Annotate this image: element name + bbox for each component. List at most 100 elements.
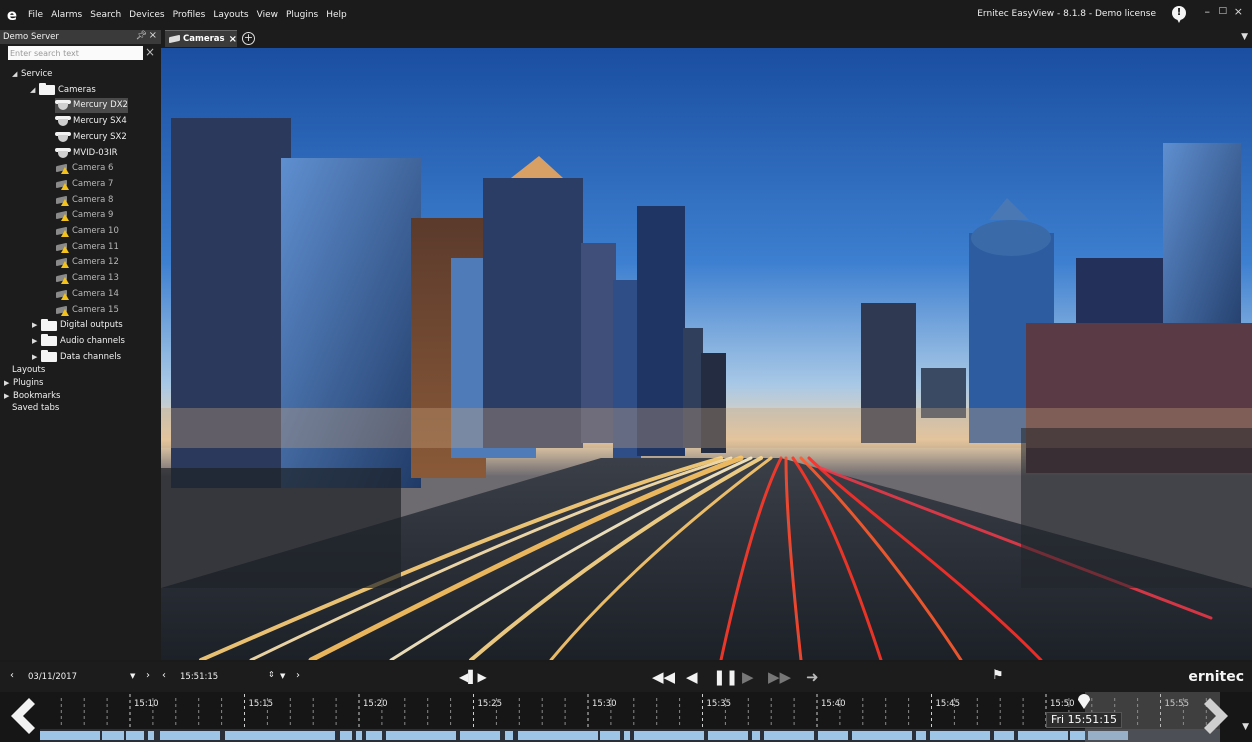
recording-segment xyxy=(634,731,704,740)
menu-plugins[interactable]: Plugins xyxy=(282,10,322,20)
tree-label: Camera 7 xyxy=(72,178,114,189)
tree-item-camera[interactable]: Camera 6 xyxy=(55,161,113,176)
tree-label: Camera 11 xyxy=(72,241,119,252)
tree-item-folder[interactable]: ▶ Data channels xyxy=(32,350,121,365)
recording-segment xyxy=(386,731,456,740)
menu-help[interactable]: Help xyxy=(322,10,351,20)
tree-label: Mercury SX4 xyxy=(73,116,127,127)
menu-layouts[interactable]: Layouts xyxy=(209,10,252,20)
collapsed-arrow-icon[interactable]: ▶ xyxy=(32,334,41,349)
previous-time-icon[interactable]: ‹ xyxy=(162,670,166,681)
timeline[interactable]: 15:10 15:15 15:20 15:25 15:30 15:35 15:40 15:45… xyxy=(0,692,1252,742)
time-stepper-icon[interactable]: ⇕ xyxy=(268,670,275,679)
clear-search-icon[interactable]: × xyxy=(145,45,155,59)
bookmark-icon[interactable]: ⚑ xyxy=(992,668,1004,683)
go-live-icon[interactable]: ➜ xyxy=(806,668,819,686)
time-field[interactable]: 15:51:15 xyxy=(180,672,218,682)
recording-segment xyxy=(624,731,630,740)
search-input[interactable] xyxy=(8,46,143,60)
pause-icon[interactable]: ❚❚ xyxy=(713,668,738,686)
camera-video-view[interactable] xyxy=(161,48,1252,660)
tree-item-camera[interactable]: Camera 7 xyxy=(55,177,113,192)
tree-item-camera[interactable]: Camera 10 xyxy=(55,224,119,239)
camera-warning-icon xyxy=(55,226,69,237)
next-time-icon[interactable]: › xyxy=(296,670,300,681)
timeline-forward-arrow-icon[interactable] xyxy=(1202,696,1234,736)
timeline-label: 15:15 xyxy=(249,699,274,709)
play-forward-icon[interactable]: ▶ xyxy=(742,668,754,686)
minimize-button[interactable]: – xyxy=(1205,5,1211,18)
tab-cameras[interactable]: Cameras × xyxy=(165,30,237,47)
tree-item-camera[interactable]: Camera 13 xyxy=(55,271,119,286)
recording-segment xyxy=(518,731,598,740)
folder-icon xyxy=(41,334,57,347)
recording-segment xyxy=(160,731,220,740)
next-day-icon[interactable]: › xyxy=(146,670,150,681)
tree-label: Audio channels xyxy=(60,335,125,346)
timeline-cursor-handle-icon[interactable] xyxy=(1076,692,1092,710)
menu-bar: e File Alarms Search Devices Profiles La… xyxy=(0,0,1252,30)
menu-alarms[interactable]: Alarms xyxy=(47,10,86,20)
tree-item-camera[interactable]: Camera 8 xyxy=(55,193,113,208)
tree-item-folder[interactable]: ▶ Audio channels xyxy=(32,334,125,349)
notification-icon[interactable]: ! xyxy=(1172,6,1186,23)
tree-item-camera[interactable]: Mercury SX4 xyxy=(55,114,127,129)
tree-item-camera[interactable]: Camera 11 xyxy=(55,240,119,255)
maximize-button[interactable]: □ xyxy=(1218,6,1227,16)
expanded-arrow-icon[interactable]: ◢ xyxy=(12,67,21,82)
tree-item-service[interactable]: ◢ Service xyxy=(12,67,52,82)
tree-item-camera[interactable]: Camera 14 xyxy=(55,287,119,302)
recording-segment xyxy=(818,731,848,740)
timeline-dropdown-icon[interactable]: ▼ xyxy=(1242,722,1249,732)
expanded-arrow-icon[interactable]: ◢ xyxy=(30,83,39,98)
recording-segment xyxy=(40,731,100,740)
tree-label: Camera 8 xyxy=(72,194,114,205)
menu-profiles[interactable]: Profiles xyxy=(169,10,210,20)
tree-item-camera[interactable]: Camera 9 xyxy=(55,208,113,223)
tree-item-camera[interactable]: Camera 15 xyxy=(55,303,119,318)
time-dropdown-icon[interactable]: ▼ xyxy=(280,672,285,680)
recording-segment xyxy=(460,731,500,740)
timeline-label: 15:30 xyxy=(592,699,617,709)
fast-rewind-icon[interactable]: ◀◀ xyxy=(652,668,675,686)
play-backward-icon[interactable]: ◀ xyxy=(686,668,698,686)
camera-warning-icon xyxy=(55,305,69,316)
tree-label: Saved tabs xyxy=(12,403,60,414)
camera-warning-icon xyxy=(55,179,69,190)
tree-label: Camera 14 xyxy=(72,288,119,299)
tree-label: Camera 9 xyxy=(72,210,114,221)
tab-menu-chevron-icon[interactable]: ▼ xyxy=(1241,32,1248,42)
tree-label: Cameras xyxy=(58,84,96,95)
recording-segment xyxy=(356,731,362,740)
date-field[interactable]: 03/11/2017 xyxy=(28,672,77,682)
collapsed-arrow-icon[interactable]: ▶ xyxy=(32,318,41,333)
step-frames-icon[interactable]: ◀▌▶ xyxy=(459,670,487,684)
tree-item-camera[interactable]: Mercury DX2 xyxy=(55,98,128,114)
tab-close-icon[interactable]: × xyxy=(229,34,237,45)
tree-item-root[interactable]: Saved tabs xyxy=(12,401,59,416)
pin-icon[interactable]: 📌︎ xyxy=(136,31,147,41)
date-dropdown-icon[interactable]: ▼ xyxy=(130,672,135,680)
app-logo-icon[interactable]: e xyxy=(0,6,24,24)
recording-segment xyxy=(1070,731,1085,740)
tree-item-folder[interactable]: ▶ Digital outputs xyxy=(32,318,123,333)
tree-item-cameras[interactable]: ◢ Cameras xyxy=(30,83,96,98)
menu-file[interactable]: File xyxy=(24,10,47,20)
tree-item-camera[interactable]: Camera 12 xyxy=(55,255,119,270)
add-tab-button[interactable]: + xyxy=(242,32,255,45)
menu-view[interactable]: View xyxy=(253,10,282,20)
menu-search[interactable]: Search xyxy=(86,10,125,20)
tree-item-camera[interactable]: Mercury SX2 xyxy=(55,130,127,145)
dome-camera-icon xyxy=(55,147,71,159)
fast-forward-icon[interactable]: ▶▶ xyxy=(768,668,791,686)
timeline-back-arrow-icon[interactable] xyxy=(5,696,37,736)
close-button[interactable]: × xyxy=(1234,5,1243,18)
tree-item-camera[interactable]: MVID-03IR xyxy=(55,146,118,161)
camera-warning-icon xyxy=(55,163,69,175)
timeline-label: 15:45 xyxy=(936,699,961,709)
recording-segment xyxy=(600,731,620,740)
panel-close-icon[interactable]: × xyxy=(149,30,157,41)
previous-day-icon[interactable]: ‹ xyxy=(10,670,14,681)
tree-label: Data channels xyxy=(60,351,122,362)
menu-devices[interactable]: Devices xyxy=(125,10,168,20)
